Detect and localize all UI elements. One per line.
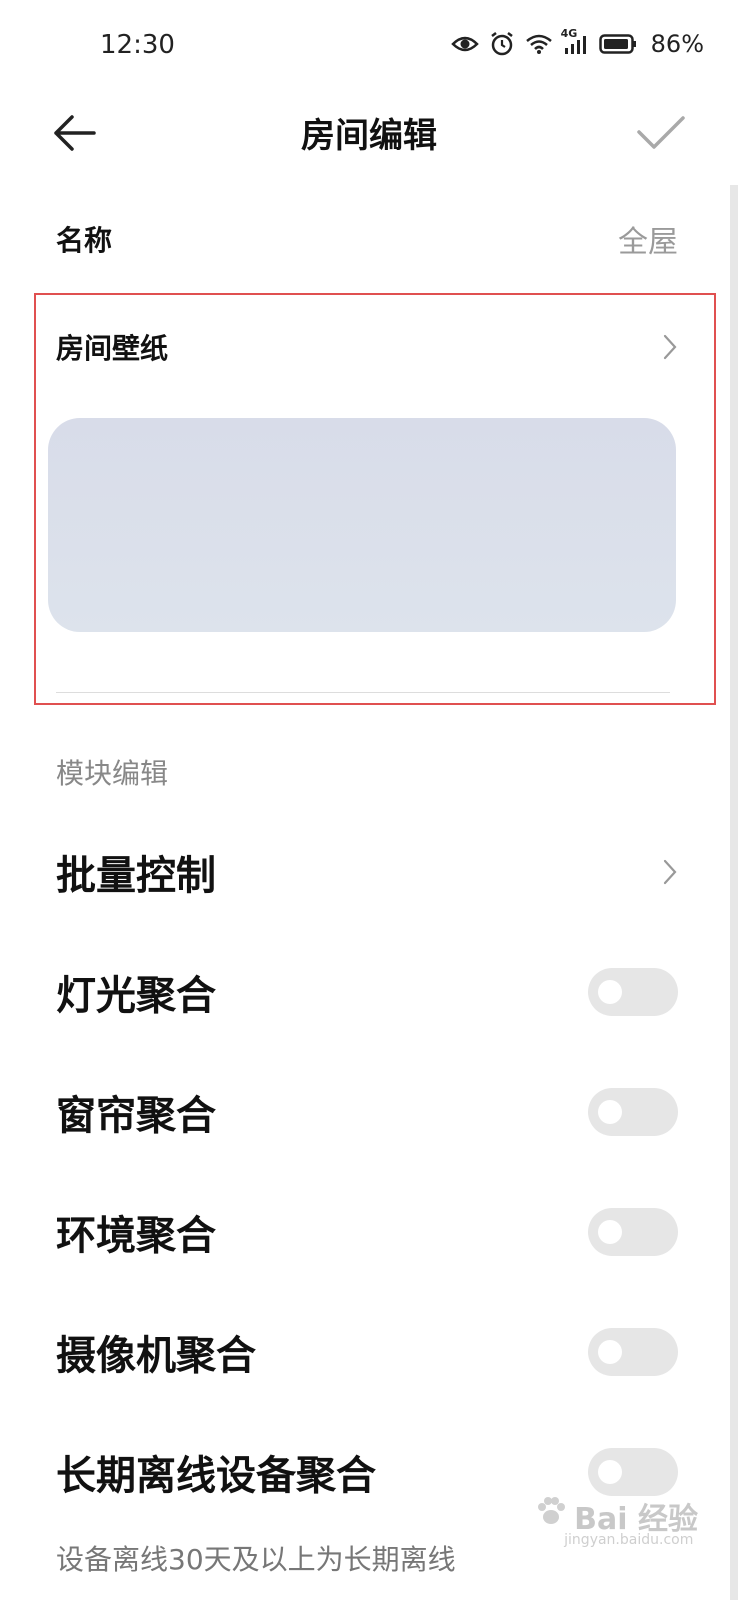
module-item-label: 环境聚合 [56, 1213, 216, 1259]
wallpaper-row[interactable]: 房间壁纸 [56, 322, 678, 372]
status-bar: 12:30 4G 86% [0, 0, 738, 90]
scrollbar[interactable] [730, 185, 738, 1600]
chevron-right-icon [662, 333, 678, 361]
environment-toggle[interactable] [588, 1208, 678, 1256]
module-item-offline-devices: 长期离线设备聚合 [56, 1442, 678, 1502]
light-toggle[interactable] [588, 968, 678, 1016]
section-label-modules: 模块编辑 [56, 757, 169, 790]
wifi-icon [525, 33, 553, 55]
watermark: Bai 经验 jingyan.baidu.com [534, 1494, 698, 1548]
module-item-label: 摄像机聚合 [56, 1333, 256, 1379]
watermark-sub: jingyan.baidu.com [564, 1532, 694, 1548]
battery-icon [598, 33, 637, 55]
page-title: 房间编辑 [301, 116, 437, 156]
eye-icon [450, 34, 479, 54]
module-item-camera: 摄像机聚合 [56, 1322, 678, 1382]
module-item-label: 灯光聚合 [56, 973, 216, 1019]
module-item-light: 灯光聚合 [56, 962, 678, 1022]
camera-toggle[interactable] [588, 1328, 678, 1376]
module-item-batch-control[interactable]: 批量控制 [56, 842, 678, 902]
chevron-right-icon [662, 858, 678, 886]
module-item-label: 批量控制 [56, 853, 216, 899]
network-type: 4G [560, 27, 578, 40]
module-item-curtain: 窗帘聚合 [56, 1082, 678, 1142]
module-item-label: 长期离线设备聚合 [56, 1453, 376, 1499]
status-time: 12:30 [100, 30, 175, 60]
offline-devices-toggle[interactable] [588, 1448, 678, 1496]
alarm-icon [489, 31, 515, 57]
offline-note: 设备离线30天及以上为长期离线 [56, 1543, 456, 1576]
name-label: 名称 [56, 224, 113, 257]
paw-icon [534, 1495, 568, 1537]
wallpaper-preview[interactable] [48, 418, 676, 632]
battery-percent: 86% [650, 30, 704, 58]
module-item-environment: 环境聚合 [56, 1202, 678, 1262]
curtain-toggle[interactable] [588, 1088, 678, 1136]
signal-icon: 4G [561, 27, 589, 55]
wallpaper-label: 房间壁纸 [56, 332, 169, 365]
name-value: 全屋 [618, 225, 678, 260]
divider [56, 692, 670, 693]
module-item-label: 窗帘聚合 [56, 1093, 216, 1139]
status-icons: 4G 86% [450, 27, 704, 58]
name-row[interactable]: 名称 全屋 [56, 214, 678, 264]
